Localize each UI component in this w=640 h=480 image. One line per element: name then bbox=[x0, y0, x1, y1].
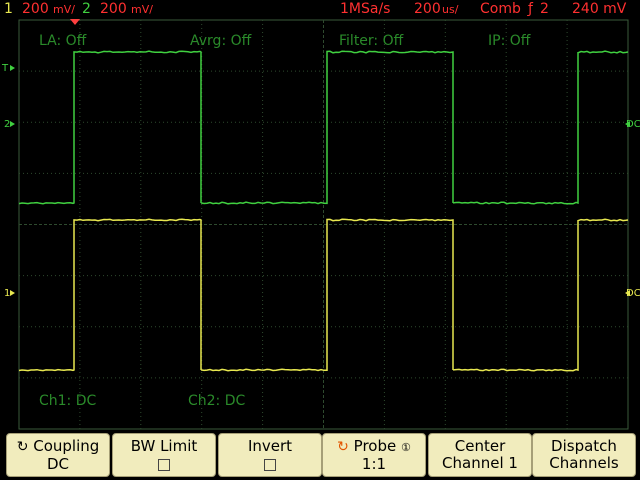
invert-checkbox-icon bbox=[264, 459, 276, 471]
center-label: Center bbox=[454, 437, 506, 455]
ch1-unit: mV/ bbox=[53, 3, 75, 16]
probe-value: 1:1 bbox=[361, 455, 387, 473]
invert-label: Invert bbox=[247, 437, 293, 455]
dispatch-value: Channels bbox=[549, 454, 619, 472]
ch1-right-label: DC bbox=[626, 288, 640, 299]
ch1-ground-icon bbox=[10, 290, 15, 296]
ch2-scale: 200 bbox=[100, 1, 127, 17]
ch2-marker: 2 bbox=[4, 119, 10, 130]
trigger-level-icon bbox=[10, 65, 15, 71]
probe-button[interactable]: ↻ Probe ① 1:1 bbox=[322, 433, 426, 477]
ch1-index: 1 bbox=[4, 1, 13, 17]
trigger-level: 240 mV bbox=[572, 1, 627, 17]
softkey-bar: ↻ Coupling DC BW Limit Invert ↻ Probe ① … bbox=[0, 430, 640, 480]
trigger-edge-icon: ƒ bbox=[528, 1, 533, 17]
ch1-scale: 200 bbox=[22, 1, 49, 17]
bw-limit-button[interactable]: BW Limit bbox=[112, 433, 216, 477]
timebase-value: 200 bbox=[414, 1, 441, 17]
info-circle-icon: ① bbox=[400, 441, 411, 454]
ch2-ground-icon bbox=[10, 121, 15, 127]
center-channel-button[interactable]: Center Channel 1 bbox=[428, 433, 532, 477]
invert-button[interactable]: Invert bbox=[218, 433, 322, 477]
avrg-status: Avrg: Off bbox=[190, 33, 252, 49]
sample-rate: 1MSa/s bbox=[340, 1, 391, 17]
probe-label: Probe bbox=[353, 437, 397, 455]
coupling-label: Coupling bbox=[33, 437, 100, 455]
trigger-channel: 2 bbox=[540, 1, 549, 17]
bw-limit-label: BW Limit bbox=[130, 437, 198, 455]
trigger-marker: T bbox=[1, 63, 9, 74]
ch1-marker: 1 bbox=[4, 288, 10, 299]
trigger-mode: Comb bbox=[480, 1, 521, 17]
waveform-display[interactable]: T 2 1 DC DC bbox=[0, 19, 640, 430]
rotate-knob-icon: ↻ bbox=[16, 439, 29, 455]
trigger-position-icon bbox=[70, 19, 80, 25]
dispatch-label: Dispatch bbox=[551, 437, 617, 455]
timebase-unit: us/ bbox=[442, 3, 459, 16]
ch1-coupling-status: Ch1: DC bbox=[39, 393, 97, 409]
ch2-right-label: DC bbox=[626, 119, 640, 130]
bw-limit-checkbox-icon bbox=[158, 459, 170, 471]
ch2-coupling-status: Ch2: DC bbox=[188, 393, 246, 409]
center-value: Channel 1 bbox=[442, 454, 518, 472]
coupling-value: DC bbox=[46, 455, 70, 473]
filter-status: Filter: Off bbox=[339, 33, 404, 49]
ch2-unit: mV/ bbox=[131, 3, 153, 16]
coupling-button[interactable]: ↻ Coupling DC bbox=[6, 433, 110, 477]
ch2-index: 2 bbox=[82, 1, 91, 17]
rotate-knob-icon: ↻ bbox=[337, 439, 349, 455]
status-bar: 1 200 mV/ 2 200 mV/ 1MSa/s 200 us/ Comb … bbox=[0, 0, 640, 19]
ip-status: IP: Off bbox=[488, 33, 531, 49]
la-status: LA: Off bbox=[39, 33, 87, 49]
dispatch-channels-button[interactable]: Dispatch Channels bbox=[532, 433, 636, 477]
graticule bbox=[18, 19, 629, 430]
